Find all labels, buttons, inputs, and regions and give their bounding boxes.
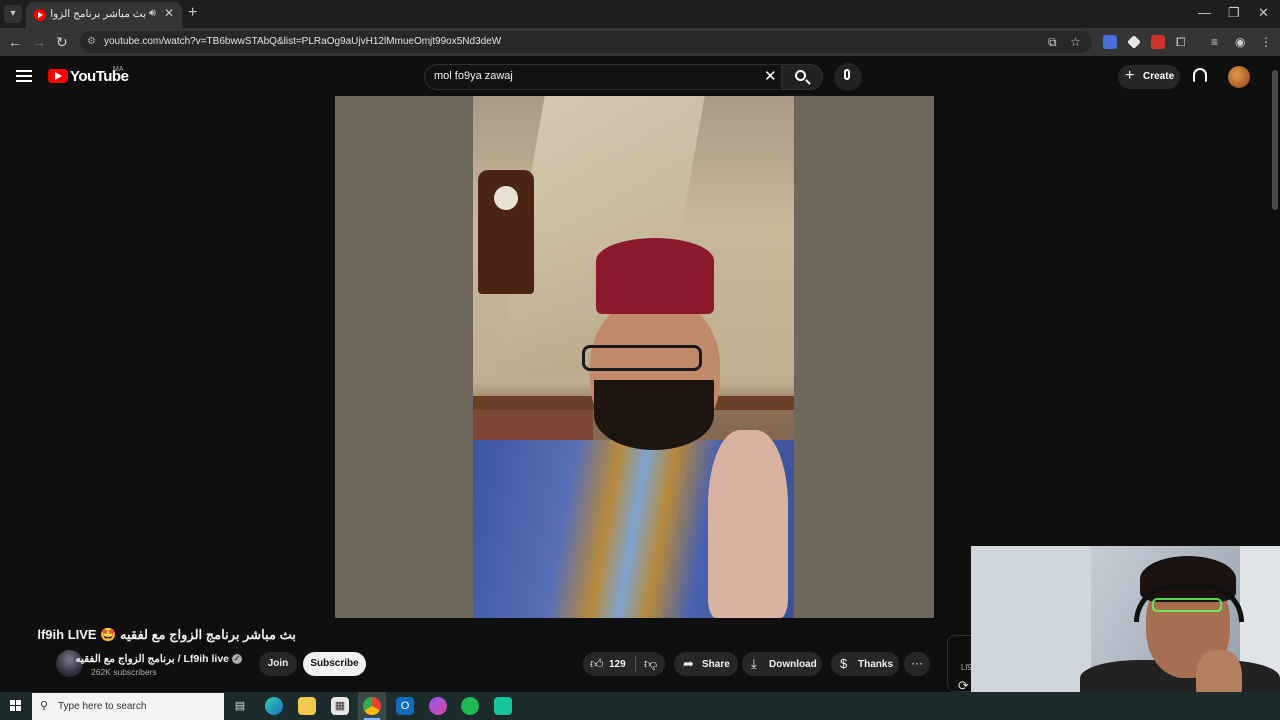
media-queue-icon[interactable]: ≡: [1211, 35, 1218, 49]
messenger-icon[interactable]: [429, 697, 447, 715]
taskbar-search-icon: ⚲: [40, 700, 49, 712]
windows-start-icon[interactable]: [10, 700, 22, 712]
like-divider: [635, 656, 636, 672]
share-icon: ➦: [683, 656, 694, 671]
video-person-fez: [596, 238, 714, 314]
window-close-icon[interactable]: ✕: [1258, 5, 1269, 21]
like-count[interactable]: 129: [609, 659, 626, 670]
video-title: بث مباشر برنامج الزواج مع لفقيه 🤩 lf9ih …: [37, 627, 296, 642]
thanks-icon: $: [840, 656, 848, 671]
microphone-icon: [844, 69, 850, 80]
youtube-favicon-icon: [34, 9, 46, 21]
profile-icon[interactable]: ◉: [1235, 35, 1245, 49]
dislike-icon[interactable]: 👎︎: [644, 656, 657, 672]
tab-title: بث مباشر برنامج الزواج مع لف: [50, 8, 146, 20]
browser-menu-icon[interactable]: ⋮: [1260, 35, 1272, 49]
tab-close-icon[interactable]: ✕: [164, 6, 174, 20]
verified-badge-icon: ✓: [232, 654, 242, 664]
join-button[interactable]: Join: [259, 652, 297, 676]
channel-name[interactable]: Lf9ih live / برنامج الزواج مع الفقيه: [75, 653, 229, 665]
outlook-icon[interactable]: O: [396, 697, 414, 715]
chrome-icon[interactable]: [363, 697, 381, 715]
webcam-glasses: [1152, 598, 1222, 612]
install-app-icon[interactable]: ⧉: [1048, 35, 1057, 50]
like-icon[interactable]: 👍︎: [590, 656, 604, 672]
scrollbar-thumb[interactable]: [1272, 70, 1278, 210]
thanks-label: Thanks: [858, 659, 894, 670]
spotify-icon[interactable]: [461, 697, 479, 715]
region-code: MA: [113, 66, 124, 73]
restore-icon[interactable]: ❐: [1228, 5, 1240, 21]
app-icon[interactable]: [494, 697, 512, 715]
video-person-glasses: [582, 345, 702, 371]
search-clear-icon[interactable]: ✕: [764, 67, 777, 85]
new-tab-icon[interactable]: +: [188, 4, 197, 22]
subscribe-button[interactable]: Subscribe: [303, 652, 366, 676]
bookmark-star-icon[interactable]: ☆: [1070, 35, 1081, 49]
file-explorer-icon[interactable]: [298, 697, 316, 715]
back-icon[interactable]: ←: [8, 34, 22, 50]
taskbar-search-placeholder[interactable]: Type here to search: [58, 701, 146, 712]
more-actions-icon[interactable]: ···: [904, 652, 930, 676]
create-label: Create: [1143, 71, 1175, 82]
reload-icon[interactable]: ↻: [56, 34, 68, 51]
extension-red-icon[interactable]: [1151, 35, 1165, 49]
search-icon: [795, 70, 806, 81]
search-query-text[interactable]: mol fo9ya zawaj: [434, 70, 513, 82]
account-avatar[interactable]: [1228, 66, 1250, 88]
speaker-icon[interactable]: 🔊︎: [149, 7, 156, 20]
notifications-bell-icon[interactable]: [1193, 68, 1207, 82]
microsoft-store-icon[interactable]: ▦: [331, 697, 349, 715]
url-text[interactable]: youtube.com/watch?v=TB6bwwSTAbQ&list=PLR…: [104, 36, 501, 47]
hamburger-menu-icon[interactable]: [16, 70, 32, 82]
subscriber-count: 262K subscribers: [91, 667, 157, 677]
video-person-beard: [594, 380, 714, 450]
forward-icon[interactable]: →: [32, 34, 46, 50]
edge-icon[interactable]: [265, 697, 283, 715]
task-view-icon[interactable]: ▤: [231, 697, 249, 715]
translate-extension-icon[interactable]: [1103, 35, 1117, 49]
video-person-hand: [708, 430, 788, 618]
download-label: Download: [769, 659, 817, 670]
tab-search-menu-icon[interactable]: ▾: [4, 5, 22, 23]
plus-icon: +: [1125, 67, 1135, 84]
youtube-logo-icon[interactable]: [48, 69, 68, 83]
download-icon: ⤓: [751, 656, 757, 671]
site-info-icon[interactable]: ⚙: [87, 36, 99, 48]
browser-tab[interactable]: بث مباشر برنامج الزواج مع لف 🔊︎ ✕: [26, 2, 182, 28]
share-label: Share: [702, 659, 730, 670]
minimize-icon[interactable]: —: [1198, 5, 1211, 20]
extensions-puzzle-icon[interactable]: ⧠: [1176, 35, 1186, 50]
video-clock-face: [494, 186, 518, 210]
